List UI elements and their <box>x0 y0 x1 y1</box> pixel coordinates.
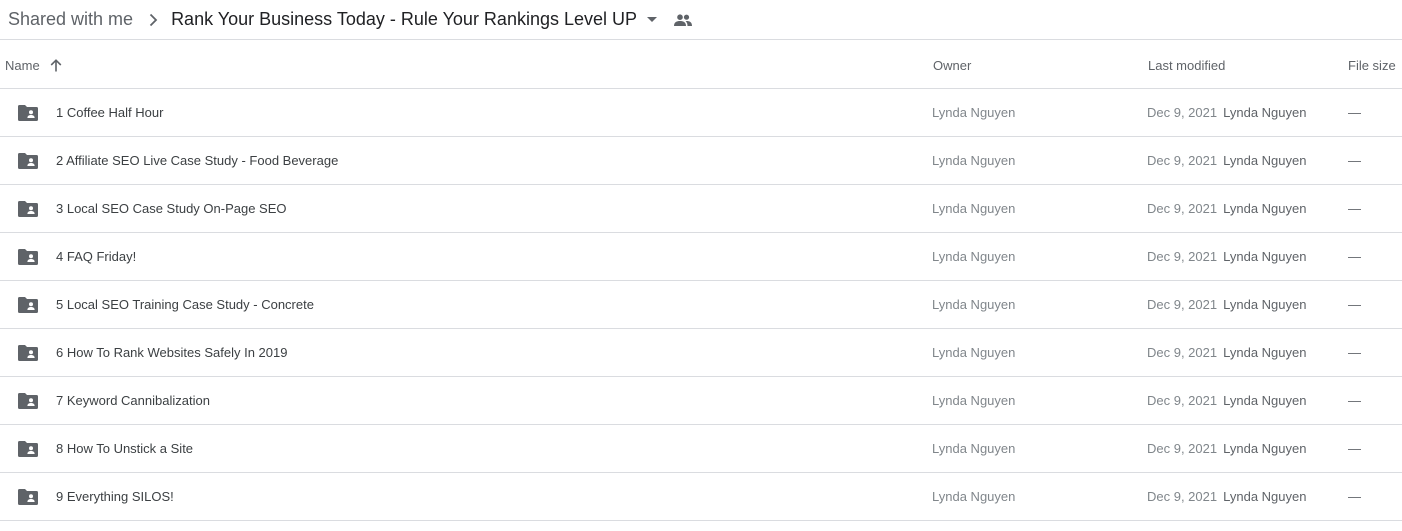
table-row[interactable]: 7 Keyword Cannibalization Lynda Nguyen D… <box>0 377 1402 425</box>
modified-date: Dec 9, 2021 <box>1147 297 1218 312</box>
last-modified: Dec 9, 2021 Lynda Nguyen <box>1147 89 1306 136</box>
column-header-file-size[interactable]: File size <box>1348 41 1396 89</box>
breadcrumb-shared-with-me[interactable]: Shared with me <box>8 9 133 30</box>
file-size: — <box>1348 201 1361 216</box>
table-row[interactable]: 8 How To Unstick a Site Lynda Nguyen Dec… <box>0 425 1402 473</box>
last-modified: Dec 9, 2021 Lynda Nguyen <box>1147 281 1306 328</box>
file-size: — <box>1348 153 1361 168</box>
folder-name: 6 How To Rank Websites Safely In 2019 <box>56 345 288 360</box>
modified-by: Lynda Nguyen <box>1223 393 1307 408</box>
modified-date: Dec 9, 2021 <box>1147 201 1218 216</box>
breadcrumb: Shared with me Rank Your Business Today … <box>0 0 1402 40</box>
file-size: — <box>1348 105 1361 120</box>
breadcrumb-current-folder[interactable]: Rank Your Business Today - Rule Your Ran… <box>171 9 637 30</box>
modified-by: Lynda Nguyen <box>1223 105 1307 120</box>
table-row[interactable]: 9 Everything SILOS! Lynda Nguyen Dec 9, … <box>0 473 1402 521</box>
column-owner-label: Owner <box>933 57 972 73</box>
folder-name: 2 Affiliate SEO Live Case Study - Food B… <box>56 153 339 168</box>
shared-folder-icon <box>18 89 38 136</box>
modified-by: Lynda Nguyen <box>1223 345 1307 360</box>
folder-name: 4 FAQ Friday! <box>56 249 137 264</box>
modified-date: Dec 9, 2021 <box>1147 489 1218 504</box>
last-modified: Dec 9, 2021 Lynda Nguyen <box>1147 425 1306 472</box>
folder-name: 9 Everything SILOS! <box>56 489 174 504</box>
folder-name: 1 Coffee Half Hour <box>56 105 164 120</box>
shared-folder-icon <box>18 377 38 424</box>
people-icon <box>673 10 693 30</box>
file-size: — <box>1348 441 1361 456</box>
table-row[interactable]: 4 FAQ Friday! Lynda Nguyen Dec 9, 2021 Ly… <box>0 233 1402 281</box>
owner-name: Lynda Nguyen <box>932 441 1016 456</box>
modified-date: Dec 9, 2021 <box>1147 105 1218 120</box>
modified-by: Lynda Nguyen <box>1223 441 1307 456</box>
chevron-right-icon <box>147 13 159 27</box>
column-last-modified-label: Last modified <box>1148 57 1226 73</box>
shared-folder-icon <box>18 329 38 376</box>
last-modified: Dec 9, 2021 Lynda Nguyen <box>1147 377 1306 424</box>
owner-name: Lynda Nguyen <box>932 249 1016 264</box>
modified-date: Dec 9, 2021 <box>1147 345 1218 360</box>
last-modified: Dec 9, 2021 Lynda Nguyen <box>1147 137 1306 184</box>
owner-name: Lynda Nguyen <box>932 201 1016 216</box>
owner-name: Lynda Nguyen <box>932 393 1016 408</box>
table-row[interactable]: 6 How To Rank Websites Safely In 2019 Ly… <box>0 329 1402 377</box>
modified-date: Dec 9, 2021 <box>1147 441 1218 456</box>
last-modified: Dec 9, 2021 Lynda Nguyen <box>1147 329 1306 376</box>
modified-by: Lynda Nguyen <box>1223 249 1307 264</box>
owner-name: Lynda Nguyen <box>932 489 1016 504</box>
file-size: — <box>1348 489 1361 504</box>
folder-name: 7 Keyword Cannibalization <box>56 393 210 408</box>
file-list: 1 Coffee Half Hour Lynda Nguyen Dec 9, 2… <box>0 89 1402 521</box>
owner-name: Lynda Nguyen <box>932 153 1016 168</box>
file-size: — <box>1348 297 1361 312</box>
file-size: — <box>1348 345 1361 360</box>
shared-folder-icon <box>18 281 38 328</box>
file-size: — <box>1348 393 1361 408</box>
table-row[interactable]: 5 Local SEO Training Case Study - Concre… <box>0 281 1402 329</box>
table-row[interactable]: 2 Affiliate SEO Live Case Study - Food B… <box>0 137 1402 185</box>
shared-folder-icon <box>18 233 38 280</box>
table-row[interactable]: 1 Coffee Half Hour Lynda Nguyen Dec 9, 2… <box>0 89 1402 137</box>
column-name-label: Name <box>5 57 40 73</box>
column-header-owner[interactable]: Owner <box>933 41 971 89</box>
file-size: — <box>1348 249 1361 264</box>
folder-name: 8 How To Unstick a Site <box>56 441 194 456</box>
column-header: Name Owner Last modified File size <box>0 41 1402 89</box>
modified-date: Dec 9, 2021 <box>1147 249 1218 264</box>
column-header-last-modified[interactable]: Last modified <box>1148 41 1225 89</box>
modified-by: Lynda Nguyen <box>1223 297 1307 312</box>
shared-folder-icon <box>18 185 38 232</box>
column-header-name[interactable]: Name <box>5 41 63 89</box>
modified-date: Dec 9, 2021 <box>1147 393 1218 408</box>
modified-by: Lynda Nguyen <box>1223 489 1307 504</box>
column-file-size-label: File size <box>1348 57 1396 73</box>
modified-date: Dec 9, 2021 <box>1147 153 1218 168</box>
modified-by: Lynda Nguyen <box>1223 153 1307 168</box>
folder-name: 3 Local SEO Case Study On-Page SEO <box>56 201 287 216</box>
folder-name: 5 Local SEO Training Case Study - Concre… <box>56 297 314 312</box>
last-modified: Dec 9, 2021 Lynda Nguyen <box>1147 473 1306 520</box>
owner-name: Lynda Nguyen <box>932 345 1016 360</box>
shared-folder-icon <box>18 425 38 472</box>
table-row[interactable]: 3 Local SEO Case Study On-Page SEO Lynda… <box>0 185 1402 233</box>
caret-down-icon[interactable] <box>645 13 659 27</box>
last-modified: Dec 9, 2021 Lynda Nguyen <box>1147 233 1306 280</box>
shared-folder-icon <box>18 473 38 520</box>
owner-name: Lynda Nguyen <box>932 297 1016 312</box>
shared-folder-icon <box>18 137 38 184</box>
owner-name: Lynda Nguyen <box>932 105 1016 120</box>
last-modified: Dec 9, 2021 Lynda Nguyen <box>1147 185 1306 232</box>
modified-by: Lynda Nguyen <box>1223 201 1307 216</box>
arrow-up-icon[interactable] <box>49 58 63 72</box>
